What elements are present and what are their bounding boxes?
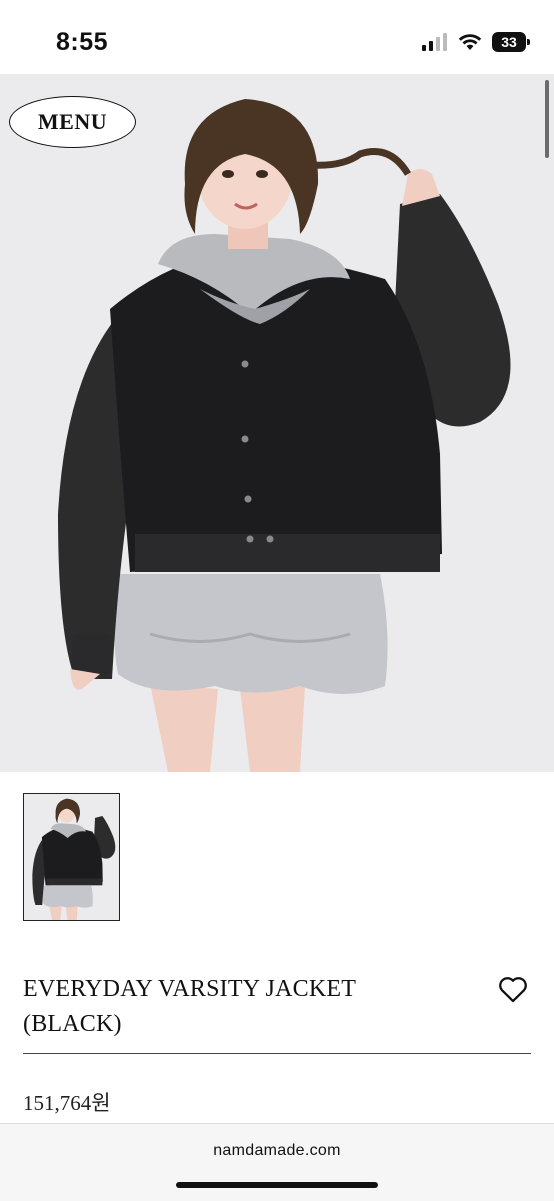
- status-bar: 8:55 33: [0, 0, 554, 74]
- product-thumbnail[interactable]: [23, 793, 120, 921]
- battery-icon: 33: [492, 32, 530, 52]
- product-main-image[interactable]: MENU: [0, 74, 554, 772]
- menu-button[interactable]: MENU: [9, 96, 136, 148]
- thumbnail-photo: [24, 794, 119, 920]
- status-time: 8:55: [56, 28, 109, 56]
- url-text[interactable]: namdamade.com: [0, 1142, 554, 1160]
- home-indicator[interactable]: [176, 1182, 378, 1188]
- status-icons: 33: [422, 32, 530, 52]
- heart-icon[interactable]: [496, 972, 530, 1006]
- scrollbar[interactable]: [545, 80, 549, 158]
- cellular-signal-icon: [422, 33, 447, 51]
- wifi-icon: [458, 34, 482, 50]
- product-title-line1: EVERYDAY VARSITY JACKET: [23, 976, 357, 1002]
- product-title: EVERYDAY VARSITY JACKET (BLACK): [23, 972, 463, 1042]
- title-divider: [23, 1053, 531, 1054]
- battery-level: 33: [501, 34, 517, 50]
- product-title-line2: (BLACK): [23, 1011, 122, 1037]
- browser-address-bar[interactable]: namdamade.com: [0, 1123, 554, 1201]
- product-photo: [0, 74, 554, 772]
- product-price: 151,764원: [23, 1091, 111, 1115]
